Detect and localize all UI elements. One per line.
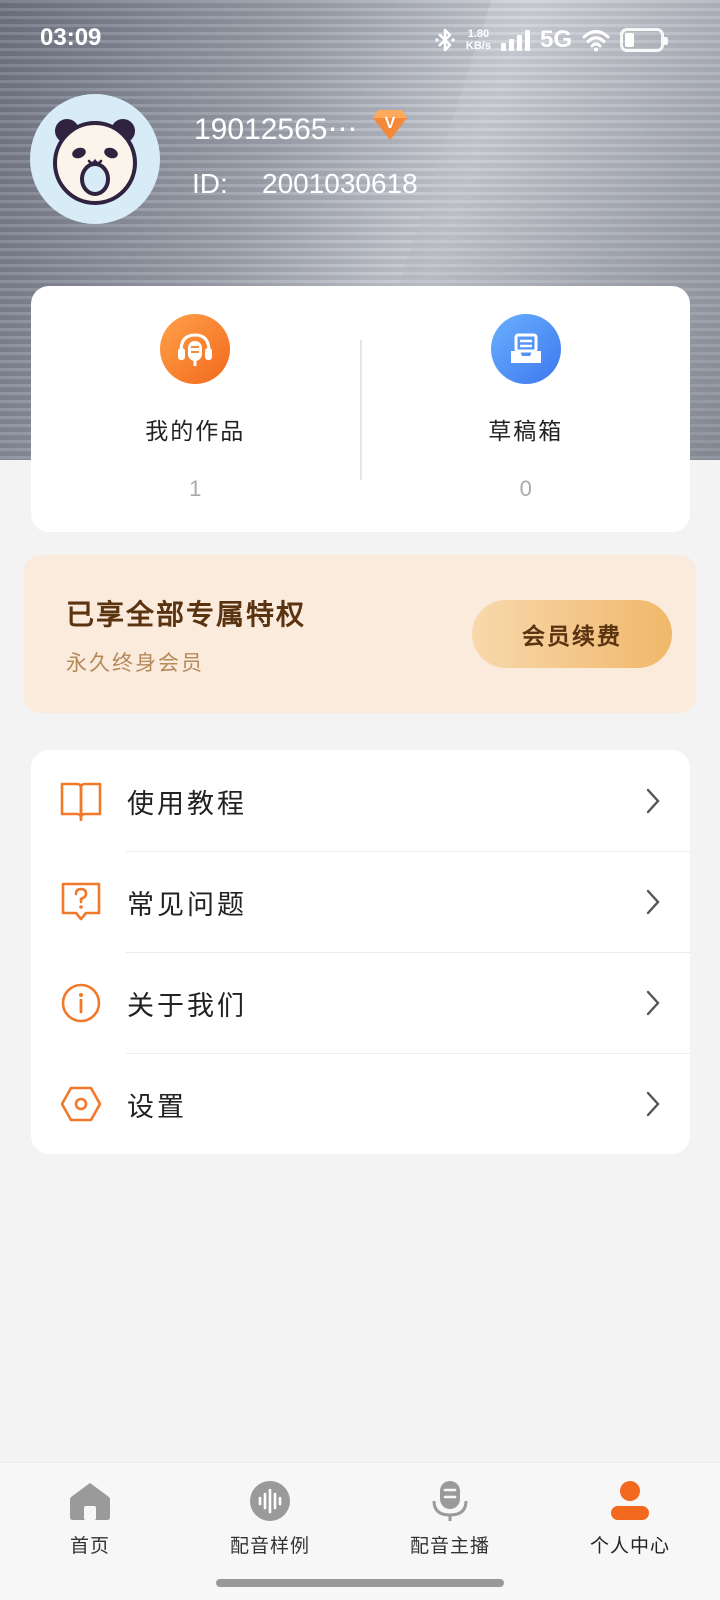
menu-item-tutorial[interactable]: 使用教程 — [31, 750, 690, 851]
drafts-button[interactable]: 草稿箱 0 — [362, 286, 691, 532]
network-speed-unit: KB/s — [465, 40, 491, 52]
settings-hexagon-icon — [60, 1086, 102, 1122]
membership-title: 已享全部专属特权 — [66, 598, 307, 631]
chevron-right-icon — [646, 889, 660, 915]
network-speed: 1.80 KB/s — [466, 28, 491, 52]
user-id-label: ID: — [192, 168, 228, 199]
drafts-count: 0 — [519, 476, 532, 501]
home-indicator[interactable] — [216, 1579, 504, 1587]
info-icon — [61, 983, 101, 1023]
drafts-label: 草稿箱 — [488, 419, 564, 445]
menu-item-faq[interactable]: 常见问题 — [31, 851, 690, 952]
bluetooth-icon — [435, 28, 455, 52]
my-works-label: 我的作品 — [145, 419, 246, 445]
menu-item-label: 关于我们 — [127, 991, 247, 1022]
my-works-count: 1 — [189, 476, 202, 501]
menu-list: 使用教程 常见问题 关于我们 设置 — [31, 750, 690, 1154]
wifi-icon — [582, 30, 610, 52]
podcast-mic-icon — [160, 314, 231, 384]
book-icon — [60, 782, 102, 821]
membership-card: 已享全部专属特权 永久终身会员 会员续费 — [24, 555, 696, 713]
menu-item-label: 设置 — [127, 1092, 187, 1123]
tab-label: 配音主播 — [409, 1535, 490, 1557]
tab-home[interactable]: 首页 — [0, 1463, 180, 1600]
signal-icon — [500, 29, 530, 51]
panda-avatar-icon — [53, 119, 137, 205]
chevron-right-icon — [646, 990, 660, 1016]
vip-badge-letter: V — [385, 115, 396, 132]
menu-item-settings[interactable]: 设置 — [31, 1053, 690, 1154]
user-id-value: 2001030618 — [262, 168, 418, 199]
membership-subtitle: 永久终身会员 — [66, 651, 204, 675]
audio-wave-icon — [250, 1481, 290, 1521]
home-icon — [70, 1483, 110, 1520]
status-icons: 1.80 KB/s 5G — [434, 26, 668, 54]
question-bubble-icon — [61, 882, 101, 921]
drafts-box-icon — [490, 314, 561, 384]
battery-icon — [620, 28, 668, 52]
network-type: 5G — [539, 26, 572, 53]
network-speed-value: 1.80 — [467, 28, 490, 40]
menu-item-label: 使用教程 — [127, 789, 247, 820]
chevron-right-icon — [646, 788, 660, 814]
tab-label: 配音样例 — [229, 1535, 310, 1557]
works-summary-card: 我的作品 1 草稿箱 0 — [31, 286, 690, 532]
person-icon — [611, 1481, 649, 1520]
menu-item-about[interactable]: 关于我们 — [31, 952, 690, 1053]
status-bar: 03:09 1.80 KB/s 5G — [0, 0, 720, 80]
menu-item-label: 常见问题 — [127, 890, 247, 921]
microphone-icon — [432, 1481, 468, 1521]
tab-label: 个人中心 — [589, 1535, 670, 1557]
vip-badge-icon: V — [373, 110, 407, 140]
username: 19012565⋯ — [194, 113, 358, 146]
tab-profile[interactable]: 个人中心 — [540, 1463, 720, 1600]
tab-label: 首页 — [69, 1535, 110, 1557]
battery-level — [625, 33, 634, 47]
status-time: 03:09 — [40, 24, 102, 51]
renew-membership-button[interactable]: 会员续费 — [472, 600, 672, 668]
chevron-right-icon — [646, 1091, 660, 1117]
avatar[interactable] — [30, 94, 160, 224]
my-works-button[interactable]: 我的作品 1 — [31, 286, 360, 532]
